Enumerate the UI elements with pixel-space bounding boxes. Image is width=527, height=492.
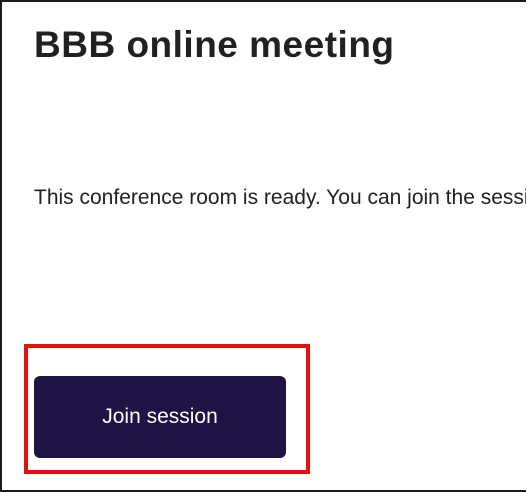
join-session-button[interactable]: Join session xyxy=(34,376,286,458)
page-title: BBB online meeting xyxy=(34,24,395,65)
page-frame: BBB online meeting This conference room … xyxy=(0,0,526,492)
room-status-text: This conference room is ready. You can j… xyxy=(34,186,526,209)
